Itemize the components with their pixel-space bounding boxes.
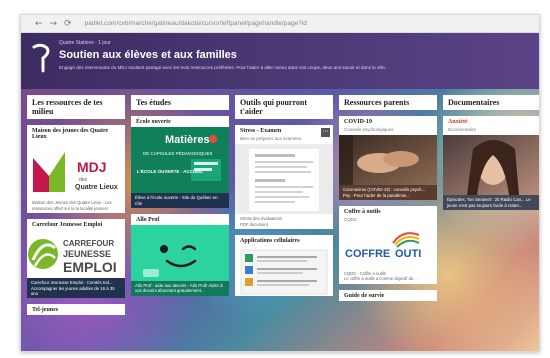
card-stress-examen[interactable]: Stress - Examen ⋯ Bien se préparer aux e…	[235, 125, 333, 230]
card-title: Anxiété	[448, 119, 468, 126]
card-caption: CQDC - Coffre à outils Le coffre à outil…	[339, 269, 437, 284]
card-applications[interactable]: Applications cellulaires	[235, 235, 333, 297]
card-guide-survie[interactable]: Guide de survie	[339, 289, 437, 301]
breadcrumb[interactable]: Quatre Stations · 1 jour	[59, 40, 111, 46]
card-title: Applications cellulaires	[240, 238, 300, 245]
carrefour-logo-image: CARREFOUR JEUNESSE EMPLOI	[27, 230, 125, 279]
page-description: Engagé des intervenants du MDJ soutient …	[59, 65, 387, 70]
column-outils: Outils qui pourront t'aider Stress - Exa…	[235, 95, 333, 302]
more-options-icon[interactable]: ⋯	[321, 128, 330, 138]
svg-text:Matières: Matières	[165, 134, 210, 146]
card-coffre-outils[interactable]: Coffre à outils CQDC COFFRE OUTI CQDC - …	[339, 205, 437, 284]
svg-text:DE CAPSULES PÉDAGOGIQUES: DE CAPSULES PÉDAGOGIQUES	[143, 150, 213, 156]
back-icon[interactable]: ←	[35, 19, 43, 29]
card-title: Allo Prof	[136, 216, 160, 223]
column-parents: Ressources parents COVID-19 Conseils psy…	[339, 95, 437, 307]
girl-photo-image	[443, 135, 539, 196]
browser-window: ← → ⟳ padlet.com/cvb/marche/gatineau/dak…	[20, 14, 540, 352]
card-title: COVID-19	[344, 119, 372, 126]
svg-text:EMPLOI: EMPLOI	[63, 259, 117, 275]
card-caption: Élève à l'école ouverte - Site du Québec…	[131, 193, 229, 208]
coffre-logo-image: COFFRE OUTI	[339, 224, 437, 269]
column-title: Ressources parents	[339, 95, 437, 111]
column-title: Tes études	[131, 95, 229, 111]
mdj-logo-image: MDJ des Quatre Lieux	[27, 142, 125, 199]
column-title: Outils qui pourront t'aider	[235, 95, 333, 120]
browser-toolbar: ← → ⟳ padlet.com/cvb/marche/gatineau/dak…	[21, 15, 539, 33]
card-title: Tel-jeunes	[32, 307, 59, 314]
address-bar[interactable]: padlet.com/cvb/marche/gatineau/dakota/cu…	[85, 20, 307, 27]
card-title: Guide de survie	[344, 292, 385, 299]
card-subtitle: Documentaire	[448, 127, 477, 133]
card-caption: Allo Prof · aide aux devoirs - Allo Prof…	[131, 280, 229, 296]
column-title: Les ressources de tes milieu	[27, 95, 125, 120]
mdj-logo-text: MDJ	[77, 159, 107, 175]
svg-text:des: des	[79, 177, 88, 183]
card-caption: Carrefour Jeunesse Emploi - Comtés Ind..…	[27, 278, 125, 299]
forward-icon[interactable]: →	[50, 19, 58, 29]
card-anxiete[interactable]: Anxiété Documentaire Épisodes, Ton Serai…	[443, 116, 539, 210]
card-title: Stress - Examen	[240, 128, 282, 135]
padlet-board: Les ressources de tes milieu Maison des …	[21, 89, 539, 351]
caption-line: Le coffre à outils a comme objectif de..…	[344, 276, 417, 282]
card-mdj[interactable]: Maison des jeunes des Quatre Lieux MDJ d…	[27, 125, 125, 214]
card-ecole-ouverte[interactable]: École ouverte Matières DE CAPSULES PÉDAG…	[131, 116, 229, 208]
padlet-header: Quatre Stations · 1 jour Soutien aux élè…	[21, 33, 539, 89]
column-milieu: Les ressources de tes milieu Maison des …	[27, 95, 125, 321]
allo-prof-image	[131, 224, 229, 281]
card-subtitle: Conseils psychologiques	[344, 127, 394, 133]
svg-text:CARREFOUR: CARREFOUR	[63, 239, 114, 248]
card-carrefour[interactable]: Carrefour Jeunesse Emploi CARREFOUR JEUN…	[27, 219, 125, 299]
svg-text:L'ÉCOLE OUVERTE · ACCUEIL: L'ÉCOLE OUVERTE · ACCUEIL	[137, 167, 203, 174]
card-caption: Maison des Jeunes des Quatre Lieux - Les…	[32, 200, 112, 211]
card-title: Carrefour Jeunesse Emploi	[32, 222, 103, 229]
caption-line: Stress des évaluations	[240, 216, 283, 222]
caption-line: CQDC - Coffre à outils	[344, 270, 386, 276]
card-allo-prof[interactable]: Allo Prof Allo Prof · aide aux devoirs -…	[131, 213, 229, 296]
card-title: École ouverte	[136, 119, 171, 126]
matieres-poster-image: Matières DE CAPSULES PÉDAGOGIQUES L'ÉCOL…	[131, 127, 229, 194]
caption-line: PDF document	[240, 221, 268, 227]
card-tel-jeunes[interactable]: Tel-jeunes	[27, 304, 125, 316]
svg-text:Quatre Lieux: Quatre Lieux	[75, 184, 118, 191]
reload-icon[interactable]: ⟳	[64, 19, 72, 29]
svg-text:OUTI: OUTI	[395, 248, 421, 260]
card-subtitle: Bien se préparer aux examens	[240, 136, 302, 142]
column-etudes: Tes études École ouverte Matières DE CAP…	[131, 95, 229, 302]
column-title: Documentaires	[443, 95, 539, 111]
card-subtitle: CQDC	[344, 216, 358, 222]
apps-table-image	[235, 246, 333, 297]
page-title: Soutien aux élèves et aux familles	[59, 49, 237, 61]
column-documentaires: Documentaires Anxiété Documentaire Épiso…	[443, 95, 539, 216]
card-title: Maison des jeunes des Quatre Lieux	[32, 128, 109, 141]
card-covid[interactable]: COVID-19 Conseils psychologiques Coronav…	[339, 116, 437, 200]
hands-photo-image	[339, 135, 437, 186]
svg-text:JEUNESSE: JEUNESSE	[63, 249, 111, 259]
card-title: Coffre à outils	[344, 208, 381, 215]
svg-text:COFFRE: COFFRE	[345, 248, 390, 260]
card-caption: Coronavirus (COVID-19) : conseils psych.…	[339, 185, 437, 200]
card-caption: Épisodes, Ton Seraient : 20 Radio Can...…	[443, 195, 539, 210]
card-caption: Stress des évaluations PDF document	[235, 214, 333, 229]
document-preview-image	[235, 144, 333, 215]
padlet-logo-icon	[32, 43, 50, 73]
